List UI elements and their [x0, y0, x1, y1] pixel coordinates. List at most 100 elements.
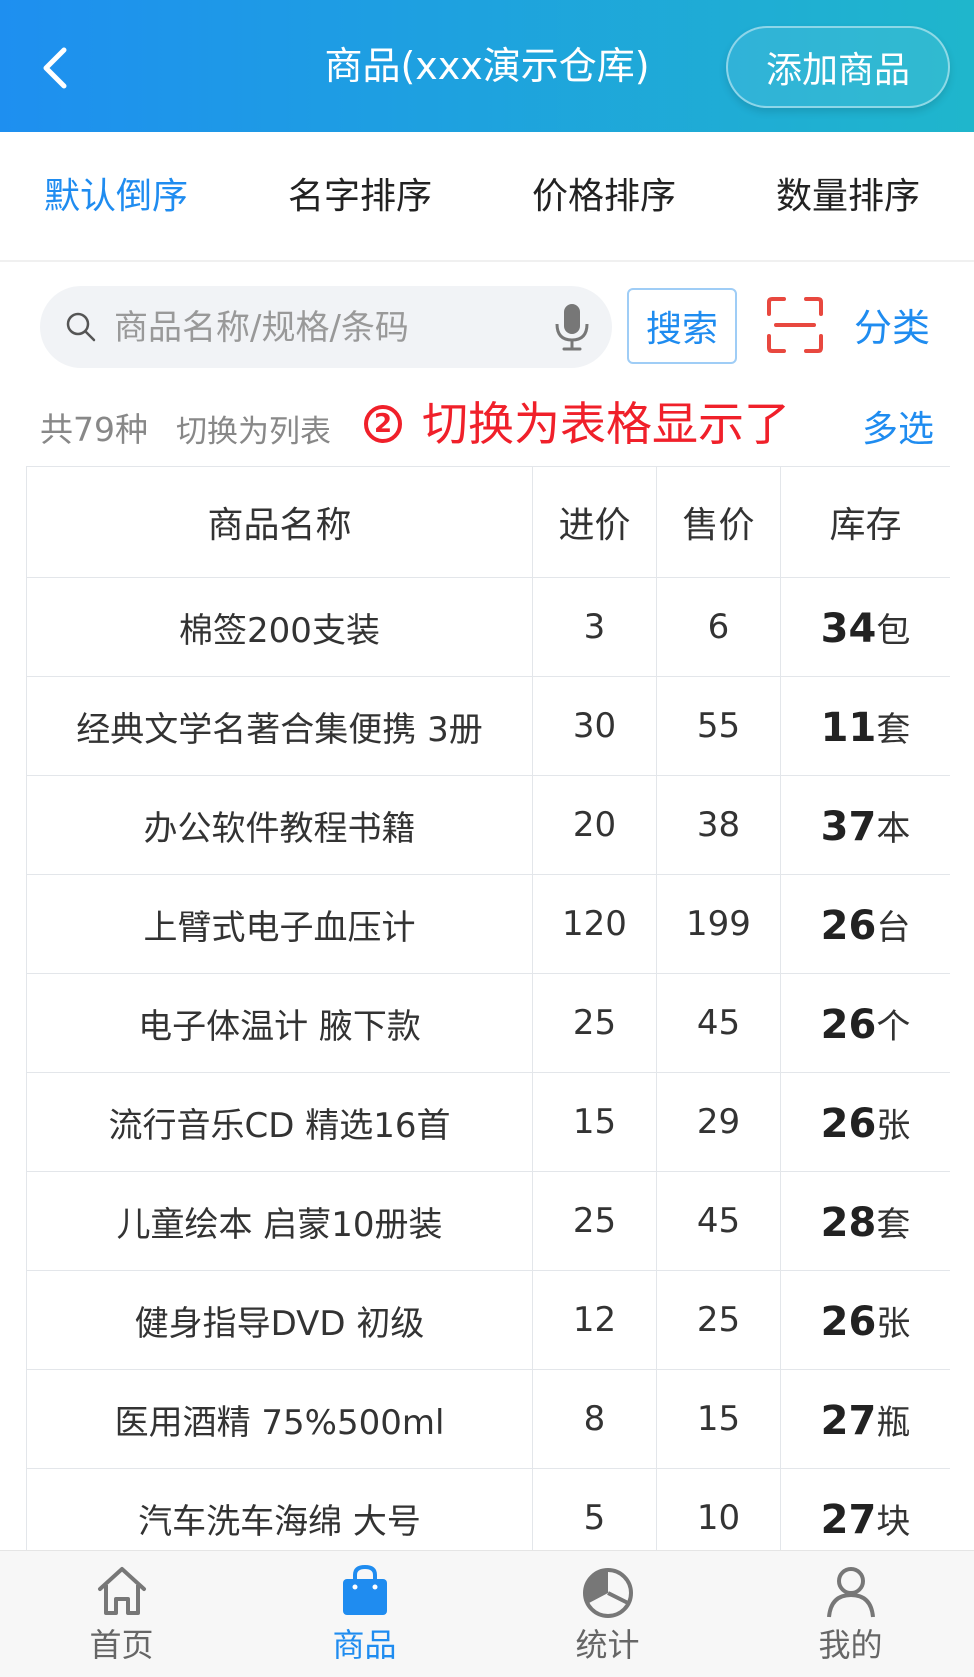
stock-unit: 套: [876, 1204, 911, 1245]
stock-unit: 本: [876, 808, 911, 849]
microphone-icon[interactable]: [552, 302, 592, 352]
stock-unit: 台: [876, 907, 911, 948]
cell-stock: 37本: [780, 775, 950, 875]
stock-quantity: 27: [820, 1496, 877, 1543]
cell-purchase-price: 3: [532, 577, 657, 677]
tab-label: 首页: [89, 1626, 154, 1664]
table-row[interactable]: 医用酒精 75%500ml 8 15 27瓶: [26, 1369, 950, 1469]
column-header-purchase-price[interactable]: 进价: [532, 466, 657, 578]
table-row[interactable]: 汽车洗车海绵 大号 5 10 27块: [26, 1468, 950, 1550]
cell-purchase-price: 120: [532, 874, 657, 974]
column-header-name[interactable]: 商品名称: [26, 466, 533, 578]
stock-unit: 块: [876, 1501, 911, 1542]
annotation-text: 切换为表格显示了: [422, 397, 790, 451]
table-row[interactable]: 儿童绘本 启蒙10册装 25 45 28套: [26, 1171, 950, 1271]
cell-product-name: 流行音乐CD 精选16首: [26, 1072, 533, 1172]
cell-purchase-price: 25: [532, 973, 657, 1073]
search-input[interactable]: [112, 300, 536, 356]
sort-tab-name[interactable]: 名字排序: [288, 172, 432, 222]
cell-purchase-price: 5: [532, 1468, 657, 1550]
cell-sale-price: 29: [656, 1072, 781, 1172]
stock-unit: 包: [876, 610, 911, 651]
bottom-tab-bar: 首页 商品 统计 我的: [0, 1550, 974, 1677]
sort-tab-quantity[interactable]: 数量排序: [776, 172, 920, 222]
table-row[interactable]: 办公软件教程书籍 20 38 37本: [26, 775, 950, 875]
tab-home[interactable]: 首页: [0, 1551, 243, 1677]
cell-product-name: 办公软件教程书籍: [26, 775, 533, 875]
stock-unit: 张: [876, 1105, 911, 1146]
stock-quantity: 28: [820, 1199, 877, 1246]
cell-stock: 26个: [780, 973, 950, 1073]
product-table: 商品名称 进价 售价 库存 棉签200支装 3 6 34包 经典文学名著合集便携…: [26, 466, 950, 1550]
stock-unit: 张: [876, 1303, 911, 1344]
cell-purchase-price: 15: [532, 1072, 657, 1172]
cell-stock: 28套: [780, 1171, 950, 1271]
category-link[interactable]: 分类: [854, 300, 930, 356]
cell-purchase-price: 12: [532, 1270, 657, 1370]
cell-product-name: 健身指导DVD 初级: [26, 1270, 533, 1370]
table-header-row: 商品名称 进价 售价 库存: [26, 466, 950, 578]
stock-quantity: 26: [820, 902, 877, 949]
tab-mine[interactable]: 我的: [729, 1551, 972, 1677]
switch-to-list-link[interactable]: 切换为列表: [176, 410, 331, 454]
sort-tab-price[interactable]: 价格排序: [532, 172, 676, 222]
cell-stock: 27块: [780, 1468, 950, 1550]
cell-sale-price: 199: [656, 874, 781, 974]
cell-sale-price: 45: [656, 1171, 781, 1271]
table-row[interactable]: 棉签200支装 3 6 34包: [26, 577, 950, 677]
home-icon: [98, 1567, 146, 1615]
cell-product-name: 经典文学名著合集便携 3册: [26, 676, 533, 776]
cell-stock: 34包: [780, 577, 950, 677]
tab-label: 我的: [818, 1626, 883, 1664]
tab-products[interactable]: 商品: [243, 1551, 486, 1677]
stock-quantity: 26: [820, 1001, 877, 1048]
stock-quantity: 37: [820, 803, 877, 850]
table-row[interactable]: 流行音乐CD 精选16首 15 29 26张: [26, 1072, 950, 1172]
tab-statistics[interactable]: 统计: [486, 1551, 729, 1677]
cell-product-name: 儿童绘本 启蒙10册装: [26, 1171, 533, 1271]
stock-quantity: 34: [820, 605, 877, 652]
column-header-sale-price[interactable]: 售价: [656, 466, 781, 578]
cell-sale-price: 15: [656, 1369, 781, 1469]
cell-product-name: 汽车洗车海绵 大号: [26, 1468, 533, 1550]
cell-sale-price: 10: [656, 1468, 781, 1550]
shopping-bag-icon: [343, 1564, 387, 1615]
stock-quantity: 26: [820, 1298, 877, 1345]
cell-purchase-price: 8: [532, 1369, 657, 1469]
cell-sale-price: 45: [656, 973, 781, 1073]
search-button[interactable]: 搜索: [627, 288, 737, 364]
table-row[interactable]: 经典文学名著合集便携 3册 30 55 11套: [26, 676, 950, 776]
table-row[interactable]: 健身指导DVD 初级 12 25 26张: [26, 1270, 950, 1370]
pie-chart-icon: [583, 1568, 633, 1618]
cell-purchase-price: 20: [532, 775, 657, 875]
cell-stock: 26张: [780, 1270, 950, 1370]
cell-sale-price: 55: [656, 676, 781, 776]
add-product-button[interactable]: 添加商品: [726, 26, 950, 108]
table-row[interactable]: 上臂式电子血压计 120 199 26台: [26, 874, 950, 974]
cell-purchase-price: 30: [532, 676, 657, 776]
stock-unit: 套: [876, 709, 911, 750]
column-header-stock[interactable]: 库存: [780, 466, 950, 578]
multi-select-link[interactable]: 多选: [862, 406, 934, 454]
cell-purchase-price: 25: [532, 1171, 657, 1271]
stock-unit: 瓶: [876, 1402, 911, 1443]
sort-tab-default-desc[interactable]: 默认倒序: [44, 172, 188, 222]
stock-quantity: 27: [820, 1397, 877, 1444]
stock-quantity: 26: [820, 1100, 877, 1147]
cell-stock: 26张: [780, 1072, 950, 1172]
sort-bar: 默认倒序 名字排序 价格排序 数量排序: [0, 132, 974, 262]
annotation-note: 2 切换为表格显示了: [364, 392, 790, 456]
product-count: 共79种: [40, 410, 148, 449]
search-box: [40, 286, 612, 368]
stock-unit: 个: [876, 1006, 911, 1047]
scan-icon[interactable]: [766, 296, 824, 354]
user-icon: [827, 1567, 875, 1618]
cell-stock: 26台: [780, 874, 950, 974]
cell-product-name: 电子体温计 腋下款: [26, 973, 533, 1073]
list-info-row: 共79种 切换为列表 2 切换为表格显示了 多选: [40, 397, 940, 462]
cell-sale-price: 38: [656, 775, 781, 875]
stock-quantity: 11: [820, 704, 877, 751]
search-icon: [66, 312, 96, 342]
table-row[interactable]: 电子体温计 腋下款 25 45 26个: [26, 973, 950, 1073]
cell-product-name: 上臂式电子血压计: [26, 874, 533, 974]
